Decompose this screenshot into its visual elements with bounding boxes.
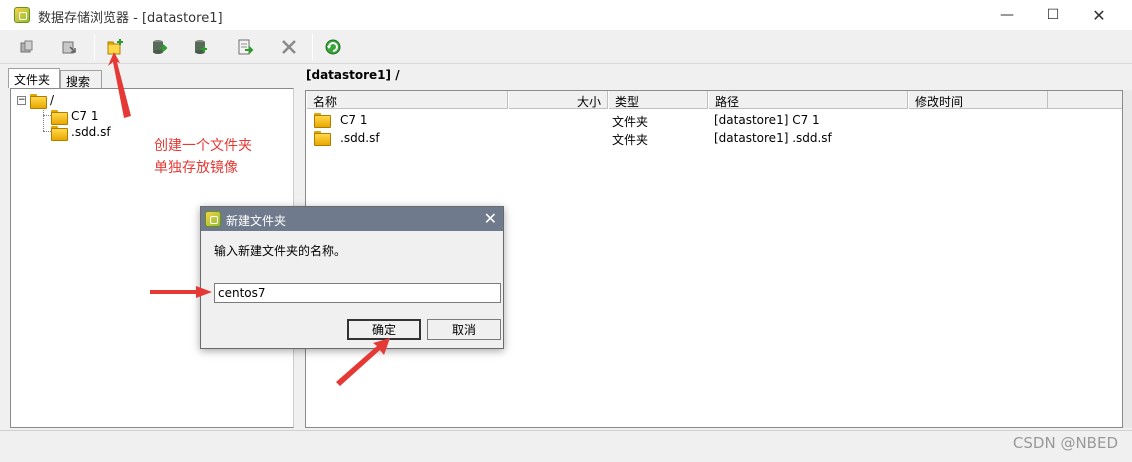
toolbar bbox=[0, 30, 1132, 64]
row-path: [datastore1] .sdd.sf bbox=[714, 131, 832, 145]
list-header: 名称 大小 类型 路径 修改时间 bbox=[306, 91, 1122, 109]
datastore-browser-window: 数据存储浏览器 - [datastore1] — ☐ ✕ 文件夹 搜索 − / … bbox=[0, 0, 1132, 462]
column-modified[interactable]: 修改时间 bbox=[908, 91, 1048, 109]
refresh-button[interactable] bbox=[322, 36, 344, 58]
app-icon bbox=[205, 211, 221, 227]
annotation-line-2: 单独存放镜像 bbox=[154, 160, 238, 176]
new-folder-button[interactable] bbox=[104, 36, 126, 58]
table-row[interactable]: .sdd.sf 文件夹 [datastore1] .sdd.sf bbox=[306, 129, 1122, 147]
cancel-button[interactable]: 取消 bbox=[427, 319, 501, 340]
window-title: 数据存储浏览器 - [datastore1] bbox=[38, 11, 223, 26]
copy-icon bbox=[195, 40, 207, 54]
app-icon bbox=[14, 7, 30, 23]
tab-search[interactable]: 搜索 bbox=[60, 70, 102, 89]
row-name: C7 1 bbox=[340, 113, 368, 127]
export-icon bbox=[238, 39, 254, 55]
toolbar-separator bbox=[312, 34, 313, 60]
column-size[interactable]: 大小 bbox=[508, 91, 608, 109]
row-type: 文件夹 bbox=[612, 115, 649, 129]
collapse-icon[interactable]: − bbox=[17, 95, 26, 105]
tab-folders[interactable]: 文件夹 bbox=[8, 68, 60, 88]
refresh-icon bbox=[325, 39, 341, 55]
row-name: .sdd.sf bbox=[340, 131, 380, 145]
copy-button[interactable] bbox=[190, 36, 212, 58]
upload-button[interactable] bbox=[16, 36, 38, 58]
tree-line bbox=[43, 107, 44, 131]
current-path: [datastore1] / bbox=[306, 68, 400, 82]
move-button[interactable] bbox=[148, 36, 170, 58]
status-bar bbox=[0, 430, 1132, 462]
dialog-close-button[interactable]: ✕ bbox=[484, 209, 497, 228]
dialog-title: 新建文件夹 bbox=[226, 214, 287, 228]
row-type: 文件夹 bbox=[612, 133, 649, 147]
folder-icon bbox=[314, 130, 331, 146]
delete-icon bbox=[282, 40, 296, 54]
download-button[interactable] bbox=[58, 36, 80, 58]
column-type[interactable]: 类型 bbox=[608, 91, 708, 109]
folder-icon bbox=[314, 112, 331, 128]
ok-button[interactable]: 确定 bbox=[347, 319, 421, 340]
folder-icon bbox=[51, 125, 68, 141]
close-button[interactable]: ✕ bbox=[1076, 0, 1122, 30]
dialog-title-bar: 新建文件夹 ✕ bbox=[201, 207, 503, 231]
new-folder-icon bbox=[107, 39, 123, 55]
tree-item-label: / bbox=[50, 93, 55, 107]
row-path: [datastore1] C7 1 bbox=[714, 113, 820, 127]
new-folder-dialog: 新建文件夹 ✕ 输入新建文件夹的名称。 确定 取消 bbox=[200, 206, 504, 349]
delete-button[interactable] bbox=[278, 36, 300, 58]
upload-icon bbox=[20, 40, 33, 53]
tree-item-sdd-sf[interactable]: .sdd.sf bbox=[51, 124, 111, 141]
title-bar: 数据存储浏览器 - [datastore1] — ☐ ✕ bbox=[0, 0, 1132, 30]
folder-icon bbox=[51, 109, 68, 125]
folder-name-input[interactable] bbox=[214, 283, 501, 303]
scrollbar[interactable] bbox=[1123, 90, 1132, 428]
toolbar-separator bbox=[94, 34, 95, 60]
folder-open-icon bbox=[30, 93, 47, 109]
export-button[interactable] bbox=[234, 36, 256, 58]
minimize-button[interactable]: — bbox=[984, 0, 1030, 30]
table-row[interactable]: C7 1 文件夹 [datastore1] C7 1 bbox=[306, 111, 1122, 129]
dialog-prompt: 输入新建文件夹的名称。 bbox=[214, 244, 347, 258]
tree-item-label: C7 1 bbox=[71, 109, 99, 123]
column-path[interactable]: 路径 bbox=[708, 91, 908, 109]
move-icon bbox=[153, 40, 168, 54]
watermark: CSDN @NBED bbox=[1012, 434, 1118, 452]
annotation-line-1: 创建一个文件夹 bbox=[154, 138, 252, 154]
tree-item-root[interactable]: − / bbox=[17, 92, 55, 109]
download-icon bbox=[62, 41, 76, 54]
tree-item-c71[interactable]: C7 1 bbox=[51, 108, 99, 125]
column-name[interactable]: 名称 bbox=[306, 91, 508, 109]
maximize-button[interactable]: ☐ bbox=[1030, 0, 1076, 30]
tree-item-label: .sdd.sf bbox=[71, 125, 111, 139]
